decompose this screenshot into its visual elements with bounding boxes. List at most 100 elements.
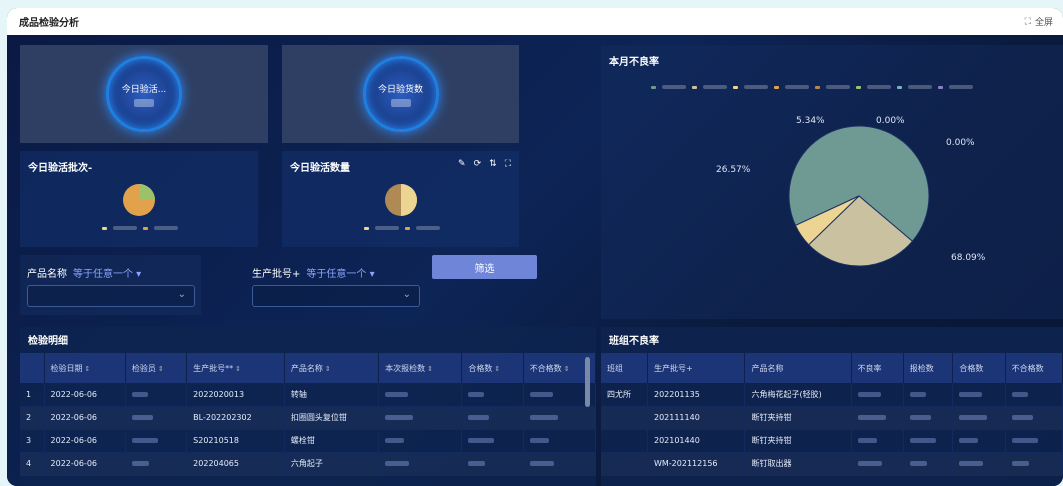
page-title: 成品检验分析	[19, 18, 79, 29]
table-cell	[601, 406, 648, 430]
qty-pie-panel: 今日验活数量 ✎ ⟳ ⇅ ⛶	[282, 151, 519, 247]
kpi-card-goods: 今日验货数	[282, 45, 519, 143]
table-cell	[1005, 452, 1063, 476]
table-row[interactable]: 1 2022-06-06 2022020013 转轴	[20, 383, 597, 407]
column-header: 合格数	[952, 353, 1006, 383]
qty-legend	[364, 226, 440, 230]
table-cell: 转轴	[284, 383, 380, 407]
edit-icon[interactable]: ✎	[458, 159, 466, 169]
table-cell	[378, 383, 463, 407]
sort-icon[interactable]: ⇕	[325, 365, 331, 373]
product-select[interactable]: ⌄	[27, 285, 195, 307]
sort-icon[interactable]: ⇕	[85, 365, 91, 373]
column-header: 产品名称	[744, 353, 852, 383]
column-header[interactable]: 检验日期 ⇕	[44, 353, 126, 383]
table-row[interactable]: 四尤所 202201135 六角梅花起子(轻胶)	[601, 383, 1063, 407]
product-operator-dropdown[interactable]: 等于任意一个 ▾	[73, 269, 141, 280]
column-header: 不良率	[851, 353, 904, 383]
pie-label: 5.34%	[796, 116, 825, 126]
table-cell: 断钉取出器	[744, 452, 852, 476]
column-header[interactable]: 检验员 ⇕	[125, 353, 188, 383]
table-cell	[1005, 429, 1063, 453]
table-cell: WM-202112156	[647, 452, 746, 476]
table-cell	[461, 452, 524, 476]
table-cell: 2	[20, 406, 45, 430]
table-cell	[461, 429, 524, 453]
table-cell	[903, 383, 954, 407]
table-cell	[851, 452, 904, 476]
chevron-down-icon: ⌄	[177, 289, 186, 300]
table-cell: 2022-06-06	[44, 452, 126, 476]
batch-operator-dropdown[interactable]: 等于任意一个 ▾	[306, 269, 374, 280]
sort-icon[interactable]: ⇕	[158, 365, 164, 373]
table-cell: 螺栓钳	[284, 429, 380, 453]
table-cell	[601, 429, 648, 453]
table-cell: 2022020013	[186, 383, 285, 407]
table-cell	[851, 429, 904, 453]
column-header[interactable]: 生产批号** ⇕	[186, 353, 285, 383]
table-cell	[378, 406, 463, 430]
column-header[interactable]: 产品名称 ⇕	[284, 353, 380, 383]
table-cell: 2022-06-06	[44, 429, 126, 453]
detail-table: 检验日期 ⇕ 检验员 ⇕ 生产批号** ⇕ 产品名称 ⇕ 本次报检数 ⇕ 合格数 ⇕ 不合格数 ⇕ 1 20…	[20, 353, 597, 476]
table-cell	[851, 383, 904, 407]
sort-icon[interactable]: ⇕	[564, 365, 570, 373]
table-cell: 扣圈圆头复位钳	[284, 406, 380, 430]
table-cell	[952, 406, 1006, 430]
table-cell: 2022-06-06	[44, 383, 126, 407]
pie-slice-yellow	[401, 184, 417, 216]
scrollbar[interactable]	[585, 357, 590, 407]
table-cell: 202204065	[186, 452, 285, 476]
team-table: 班组 生产批号+ 产品名称 不良率 报检数 合格数 不合格数 四尤所 202201135 六角梅…	[601, 353, 1063, 476]
product-filter: 产品名称 等于任意一个 ▾ ⌄	[20, 255, 201, 315]
table-cell: 202101440	[647, 429, 746, 453]
table-cell: 3	[20, 429, 45, 453]
column-header: 报检数	[903, 353, 954, 383]
sort-icon[interactable]: ⇕	[235, 365, 241, 373]
table-cell	[378, 429, 463, 453]
table-cell: 202111140	[647, 406, 746, 430]
table-cell: BL-202202302	[186, 406, 285, 430]
kpi-ring: 今日验活...	[106, 56, 182, 132]
column-header[interactable]: 本次报检数 ⇕	[378, 353, 463, 383]
table-cell	[903, 452, 954, 476]
refresh-icon[interactable]: ⟳	[474, 159, 482, 169]
pie-label: 0.00%	[946, 138, 975, 148]
table-cell	[903, 406, 954, 430]
qty-pie	[385, 184, 417, 216]
table-cell	[952, 452, 1006, 476]
table-row[interactable]: 202101440 断钉夹持钳	[601, 429, 1063, 453]
inspection-detail-panel: 检验明细 检验日期 ⇕ 检验员 ⇕ 生产批号** ⇕ 产品名称 ⇕ 本次报检数 ⇕ 合格数 ⇕ 不合格数…	[20, 327, 597, 486]
table-row[interactable]: 4 2022-06-06 202204065 六角起子	[20, 452, 597, 476]
kpi-card-inspected: 今日验活...	[20, 45, 268, 143]
table-row[interactable]: WM-202112156 断钉取出器	[601, 452, 1063, 476]
batch-pie-panel: 今日验活批次-	[20, 151, 258, 247]
fullscreen-button[interactable]: ⛶ 全屏	[1024, 15, 1053, 29]
column-header: 班组	[601, 353, 648, 383]
column-header: 生产批号+	[647, 353, 746, 383]
column-header: 不合格数	[1005, 353, 1063, 383]
table-cell: 断钉夹持钳	[744, 429, 852, 453]
table-row[interactable]: 2 2022-06-06 BL-202202302 扣圈圆头复位钳	[20, 406, 597, 430]
pie-label: 26.57%	[716, 165, 751, 175]
table-row[interactable]: 3 2022-06-06 S20210518 螺栓钳	[20, 429, 597, 453]
top-bar: 成品检验分析 ⛶ 全屏	[7, 8, 1063, 35]
table-cell: 4	[20, 452, 45, 476]
batch-select[interactable]: ⌄	[252, 285, 420, 307]
batch-legend	[102, 226, 178, 230]
sort-icon[interactable]: ⇅	[489, 159, 497, 169]
expand-icon: ⛶	[1024, 16, 1031, 27]
table-cell	[1005, 383, 1063, 407]
sort-icon[interactable]: ⇕	[427, 365, 433, 373]
table-cell: S20210518	[186, 429, 285, 453]
column-header[interactable]	[20, 353, 45, 383]
chart-toolbar: ✎ ⟳ ⇅ ⛶	[458, 159, 511, 169]
sort-icon[interactable]: ⇕	[494, 365, 500, 373]
table-row[interactable]: 202111140 断钉夹持钳	[601, 406, 1063, 430]
expand-icon[interactable]: ⛶	[505, 159, 511, 169]
table-cell	[378, 452, 463, 476]
filter-button[interactable]: 筛选	[432, 255, 537, 279]
column-header[interactable]: 合格数 ⇕	[461, 353, 524, 383]
dashboard: 今日验活... 今日验货数 今日验活批次- 今日验活数量 ✎ ⟳ ⇅ ⛶ 产品名称 等于…	[7, 35, 1063, 486]
team-defect-panel: 班组 不良率 班组 生产批号+ 产品名称 不良率 报检数 合格数 不合格数 四尤所 202201…	[601, 327, 1063, 486]
